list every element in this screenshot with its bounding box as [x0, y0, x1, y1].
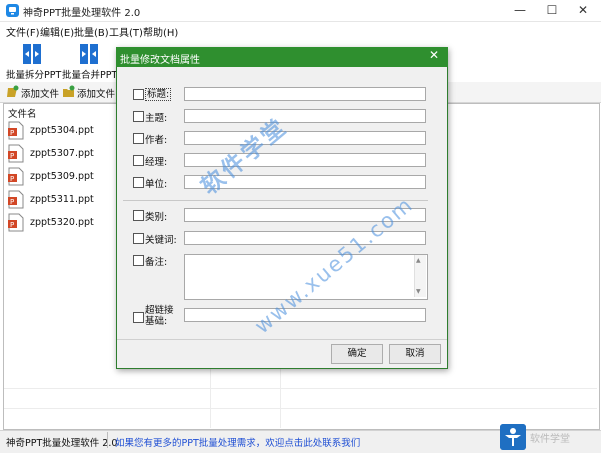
- grid-line: [280, 368, 281, 428]
- title-checkbox[interactable]: [133, 89, 144, 100]
- file-row[interactable]: P zppt5311.ppt: [4, 189, 114, 211]
- add-file-button[interactable]: 添加文件: [21, 86, 59, 100]
- dialog-title: 批量修改文档属性: [120, 55, 200, 66]
- hyperlink-base-checkbox[interactable]: [133, 312, 144, 323]
- file-name: zppt5304.ppt: [30, 125, 94, 136]
- scroll-down-icon[interactable]: ▼: [416, 288, 421, 295]
- close-button[interactable]: ✕: [568, 0, 598, 21]
- dialog-divider: [123, 200, 428, 201]
- app-icon: [6, 4, 19, 17]
- subject-field[interactable]: [184, 109, 426, 123]
- file-row[interactable]: P zppt5307.ppt: [4, 143, 114, 165]
- add-folder-button[interactable]: 添加文件夹: [77, 86, 115, 100]
- menu-file[interactable]: 文件(F): [6, 24, 40, 39]
- contact-link[interactable]: 如果您有更多的PPT批量处理需求，欢迎点击此处联系我们: [115, 435, 360, 449]
- remarks-label: 备注:: [145, 257, 168, 268]
- title-field[interactable]: [184, 87, 426, 101]
- svg-text:P: P: [10, 198, 14, 206]
- author-field[interactable]: [184, 131, 426, 145]
- category-label: 类别:: [145, 212, 168, 223]
- title-label: 标题:: [145, 88, 172, 101]
- author-checkbox[interactable]: [133, 133, 144, 144]
- ppt-file-icon: P: [8, 213, 24, 232]
- svg-text:P: P: [10, 175, 14, 183]
- maximize-button[interactable]: ☐: [537, 0, 567, 21]
- company-label: 单位:: [145, 179, 168, 190]
- menu-edit[interactable]: 编辑(E): [40, 24, 74, 39]
- window-title: 神奇PPT批量处理软件 2.0: [23, 8, 141, 19]
- corner-watermark-logo-icon: [500, 424, 526, 450]
- svg-text:P: P: [10, 221, 14, 229]
- hyperlink-base-field[interactable]: [184, 308, 426, 322]
- file-name: zppt5309.ppt: [30, 171, 94, 182]
- author-label: 作者:: [145, 135, 168, 146]
- scroll-up-icon[interactable]: ▲: [416, 257, 421, 264]
- minimize-button[interactable]: —: [505, 0, 535, 21]
- file-row[interactable]: P zppt5309.ppt: [4, 166, 114, 188]
- manager-label: 经理:: [145, 157, 168, 168]
- merge-ppt-label: 批量合并PPT: [62, 70, 118, 81]
- split-ppt-label: 批量拆分PPT: [6, 70, 62, 81]
- ppt-file-icon: P: [8, 190, 24, 209]
- file-row[interactable]: P zppt5320.ppt: [4, 212, 114, 234]
- svg-text:P: P: [10, 152, 14, 160]
- split-ppt-button[interactable]: 批量拆分PPT: [4, 42, 62, 81]
- keywords-checkbox[interactable]: [133, 233, 144, 244]
- category-checkbox[interactable]: [133, 210, 144, 221]
- ok-button[interactable]: 确定: [331, 344, 383, 364]
- grid-line: [4, 408, 597, 409]
- add-file-icon: [7, 85, 19, 97]
- merge-ppt-button[interactable]: 批量合并PPT: [61, 42, 118, 81]
- manager-checkbox[interactable]: [133, 155, 144, 166]
- file-name: zppt5307.ppt: [30, 148, 94, 159]
- column-header-filename[interactable]: 文件名: [8, 106, 37, 120]
- file-name: zppt5311.ppt: [30, 194, 94, 205]
- svg-text:P: P: [10, 129, 14, 137]
- grid-line: [210, 368, 211, 428]
- file-row[interactable]: P zppt5304.ppt: [4, 120, 114, 142]
- grid-line: [4, 388, 597, 389]
- ppt-file-icon: P: [8, 144, 24, 163]
- hyperlink-base-label-line1: 超链接: [145, 305, 174, 316]
- hyperlink-base-label-line2: 基础:: [145, 316, 168, 327]
- subject-label: 主题:: [145, 113, 168, 124]
- add-folder-icon: [63, 85, 75, 97]
- status-separator: [107, 432, 108, 448]
- menu-tools[interactable]: 工具(T): [109, 24, 143, 39]
- corner-watermark-text: 软件学堂: [530, 434, 570, 445]
- company-checkbox[interactable]: [133, 177, 144, 188]
- file-name: zppt5320.ppt: [30, 217, 94, 228]
- split-icon: [23, 44, 41, 64]
- status-app-name: 神奇PPT批量处理软件 2.0: [6, 438, 118, 449]
- remarks-checkbox[interactable]: [133, 255, 144, 266]
- ppt-file-icon: P: [8, 167, 24, 186]
- menu-batch[interactable]: 批量(B): [74, 24, 109, 39]
- ppt-file-icon: P: [8, 121, 24, 140]
- dialog-footer-divider: [117, 339, 447, 340]
- menu-help[interactable]: 帮助(H): [143, 24, 178, 39]
- keywords-label: 关键词:: [145, 235, 177, 246]
- subject-checkbox[interactable]: [133, 111, 144, 122]
- hyperlink-base-label: 超链接 基础:: [145, 305, 174, 327]
- dialog-close-button[interactable]: ✕: [429, 48, 439, 62]
- cancel-button[interactable]: 取消: [389, 344, 441, 364]
- merge-icon: [80, 44, 98, 64]
